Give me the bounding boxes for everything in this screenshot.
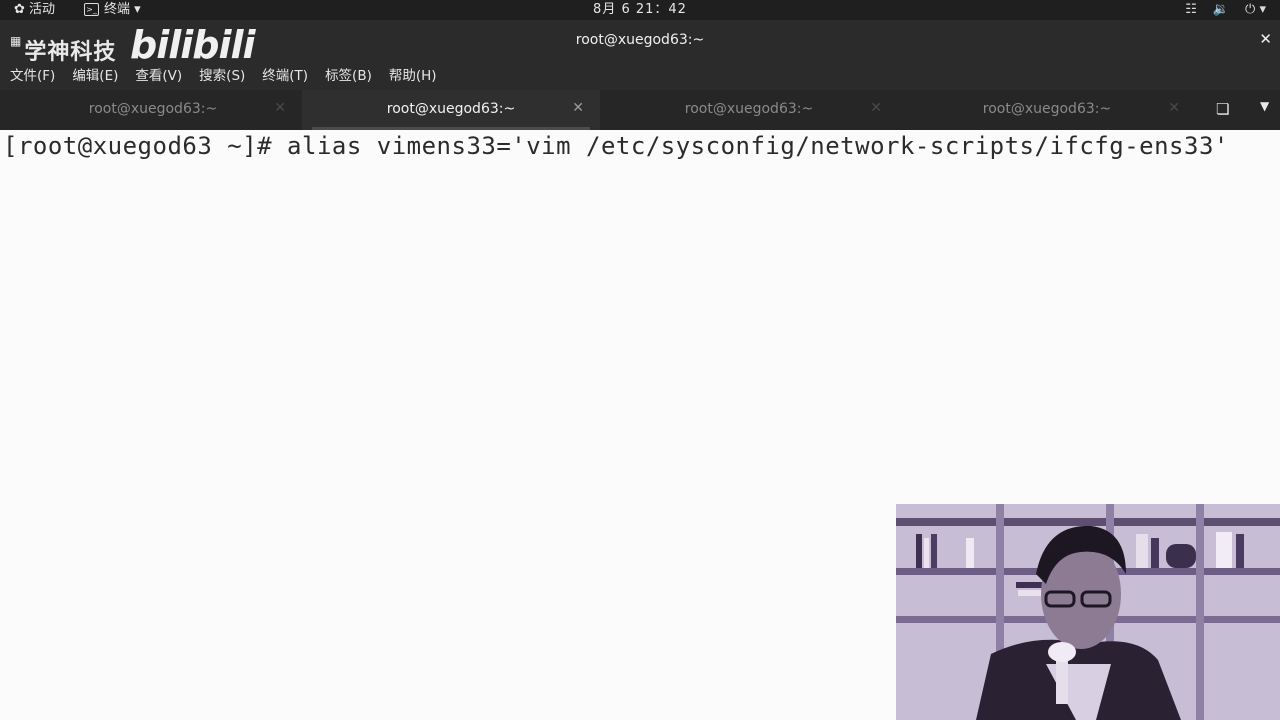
tab-label: root@xuegod63:~ <box>88 101 218 117</box>
tab-2[interactable]: root@xuegod63:~ ✕ <box>302 90 600 130</box>
menu-tabs[interactable]: 标签(B) <box>325 62 372 90</box>
system-status-area[interactable]: ☷ 🔉 ⏻ ▾ <box>1185 1 1266 19</box>
tab-3[interactable]: root@xuegod63:~ ✕ <box>600 90 898 130</box>
chevron-down-icon[interactable]: ▼ <box>1260 99 1269 113</box>
tab-bar: root@xuegod63:~ ✕ root@xuegod63:~ ✕ root… <box>0 90 1280 130</box>
tab-4[interactable]: root@xuegod63:~ ✕ <box>898 90 1196 130</box>
tab-1[interactable]: root@xuegod63:~ ✕ <box>4 90 302 130</box>
window-title: root@xuegod63:~ <box>575 32 705 48</box>
volume-icon[interactable]: 🔉 <box>1213 1 1229 19</box>
tab-label: root@xuegod63:~ <box>684 101 814 117</box>
presenter-video-image <box>896 504 1280 720</box>
gnome-top-bar: ✿ 活动 >_ 终端 ▾ 8月 6 21：42 ☷ 🔉 ⏻ ▾ <box>0 0 1280 20</box>
terminal-command: alias vimens33='vim /etc/sysconfig/netwo… <box>287 132 1229 160</box>
menu-edit[interactable]: 编辑(E) <box>72 62 118 90</box>
power-icon[interactable]: ⏻ ▾ <box>1245 1 1266 19</box>
tab-label: root@xuegod63:~ <box>386 101 516 117</box>
window-titlebar[interactable]: ▦学神科技 bilibili root@xuegod63:~ ✕ <box>0 20 1280 67</box>
tab-label: root@xuegod63:~ <box>982 101 1112 117</box>
menu-view[interactable]: 查看(V) <box>135 62 182 90</box>
menu-terminal[interactable]: 终端(T) <box>262 62 308 90</box>
terminal-prompt: [root@xuegod63 ~]# <box>3 132 288 160</box>
network-icon[interactable]: ☷ <box>1185 1 1197 19</box>
new-tab-icon[interactable]: ❏ <box>1216 100 1229 118</box>
menu-file[interactable]: 文件(F) <box>10 62 55 90</box>
close-icon[interactable]: ✕ <box>1259 30 1272 48</box>
clock[interactable]: 8月 6 21：42 <box>0 1 1280 19</box>
close-icon[interactable]: ✕ <box>274 100 286 116</box>
terminal-line: [root@xuegod63 ~]# alias vimens33='vim /… <box>3 132 1229 160</box>
menu-help[interactable]: 帮助(H) <box>389 62 437 90</box>
close-icon[interactable]: ✕ <box>1168 100 1180 116</box>
presenter-webcam-overlay <box>896 504 1280 720</box>
menu-search[interactable]: 搜索(S) <box>199 62 245 90</box>
close-icon[interactable]: ✕ <box>870 100 882 116</box>
menu-bar: 文件(F) 编辑(E) 查看(V) 搜索(S) 终端(T) 标签(B) 帮助(H… <box>0 62 1280 90</box>
close-icon[interactable]: ✕ <box>572 100 584 116</box>
